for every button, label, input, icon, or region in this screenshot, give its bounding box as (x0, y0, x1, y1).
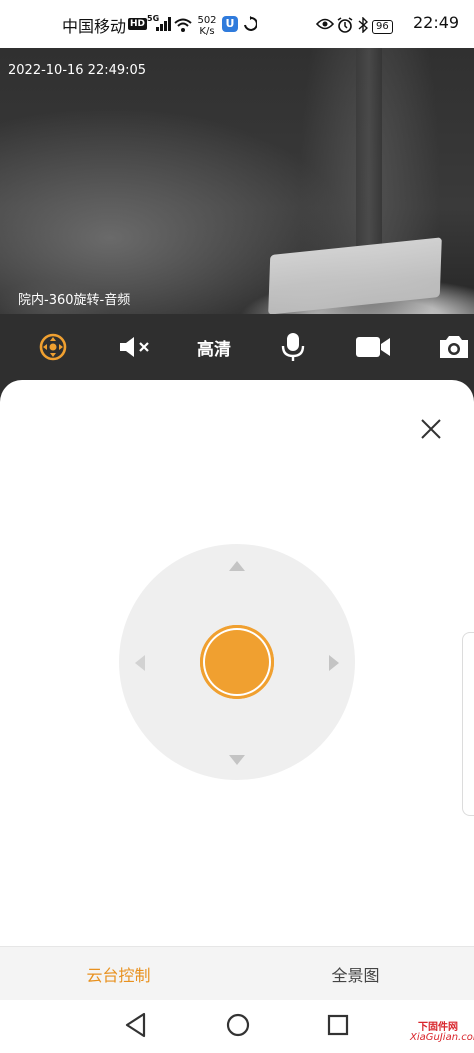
video-scene-ground (268, 237, 442, 314)
site-watermark: 下固件网 XiaGuJian.com (408, 1018, 474, 1053)
recents-icon[interactable] (326, 1012, 350, 1038)
camera-name: 院内-360旋转-音频 (18, 293, 131, 308)
quality-toggle[interactable]: 高清 (186, 314, 242, 380)
ptz-button[interactable] (30, 314, 76, 380)
video-toolbar: 高清 (0, 314, 474, 380)
mute-icon (120, 337, 149, 357)
video-record-icon (356, 337, 390, 357)
joystick-knob[interactable] (203, 628, 271, 696)
system-nav-bar (0, 1000, 474, 1053)
watermark-en: XiaGuJian.com (410, 1032, 474, 1043)
talk-button[interactable] (270, 314, 316, 380)
carrier-name: 中国移动 (62, 17, 127, 36)
battery-indicator: 96 (372, 20, 393, 34)
alarm-icon (337, 17, 353, 33)
status-bar: 中国移动 HD 5G 502 K/s U 96 22:49 (0, 0, 474, 48)
close-icon (421, 419, 441, 439)
network-speed: 502 K/s (196, 15, 218, 37)
ptz-icon (39, 333, 67, 361)
pan-left-arrow-icon[interactable] (134, 654, 146, 672)
eye-icon (316, 18, 334, 30)
video-scene-pillar (356, 48, 382, 248)
record-button[interactable] (350, 314, 396, 380)
close-button[interactable] (418, 416, 444, 442)
home-icon[interactable] (225, 1012, 251, 1038)
sync-icon (244, 16, 257, 31)
speed-value: 502 (197, 15, 217, 26)
back-icon[interactable] (124, 1012, 148, 1038)
wifi-icon (174, 18, 192, 32)
bluetooth-icon (358, 17, 368, 33)
microphone-icon (281, 333, 305, 361)
tab-panorama[interactable]: 全景图 (237, 947, 474, 1001)
signal-icon (156, 17, 171, 31)
video-feed[interactable]: 2022-10-16 22:49:05 院内-360旋转-音频 (0, 48, 474, 314)
mute-button[interactable] (112, 314, 158, 380)
watermark-cn: 下固件网 (418, 1022, 458, 1033)
clock: 22:49 (413, 13, 460, 32)
pan-down-arrow-icon[interactable] (228, 754, 246, 766)
side-drawer-handle[interactable] (462, 632, 474, 816)
bottom-tabs: 云台控制 全景图 (0, 946, 474, 1001)
snapshot-icon (440, 336, 468, 358)
pan-up-arrow-icon[interactable] (228, 560, 246, 572)
speed-unit: K/s (199, 26, 215, 37)
app-notification-icon: U (222, 16, 238, 32)
snapshot-button[interactable] (434, 314, 474, 380)
tab-ptz-control[interactable]: 云台控制 (0, 947, 237, 1001)
pan-right-arrow-icon[interactable] (328, 654, 340, 672)
video-timestamp: 2022-10-16 22:49:05 (8, 63, 147, 78)
hd-badge: HD (128, 18, 148, 30)
